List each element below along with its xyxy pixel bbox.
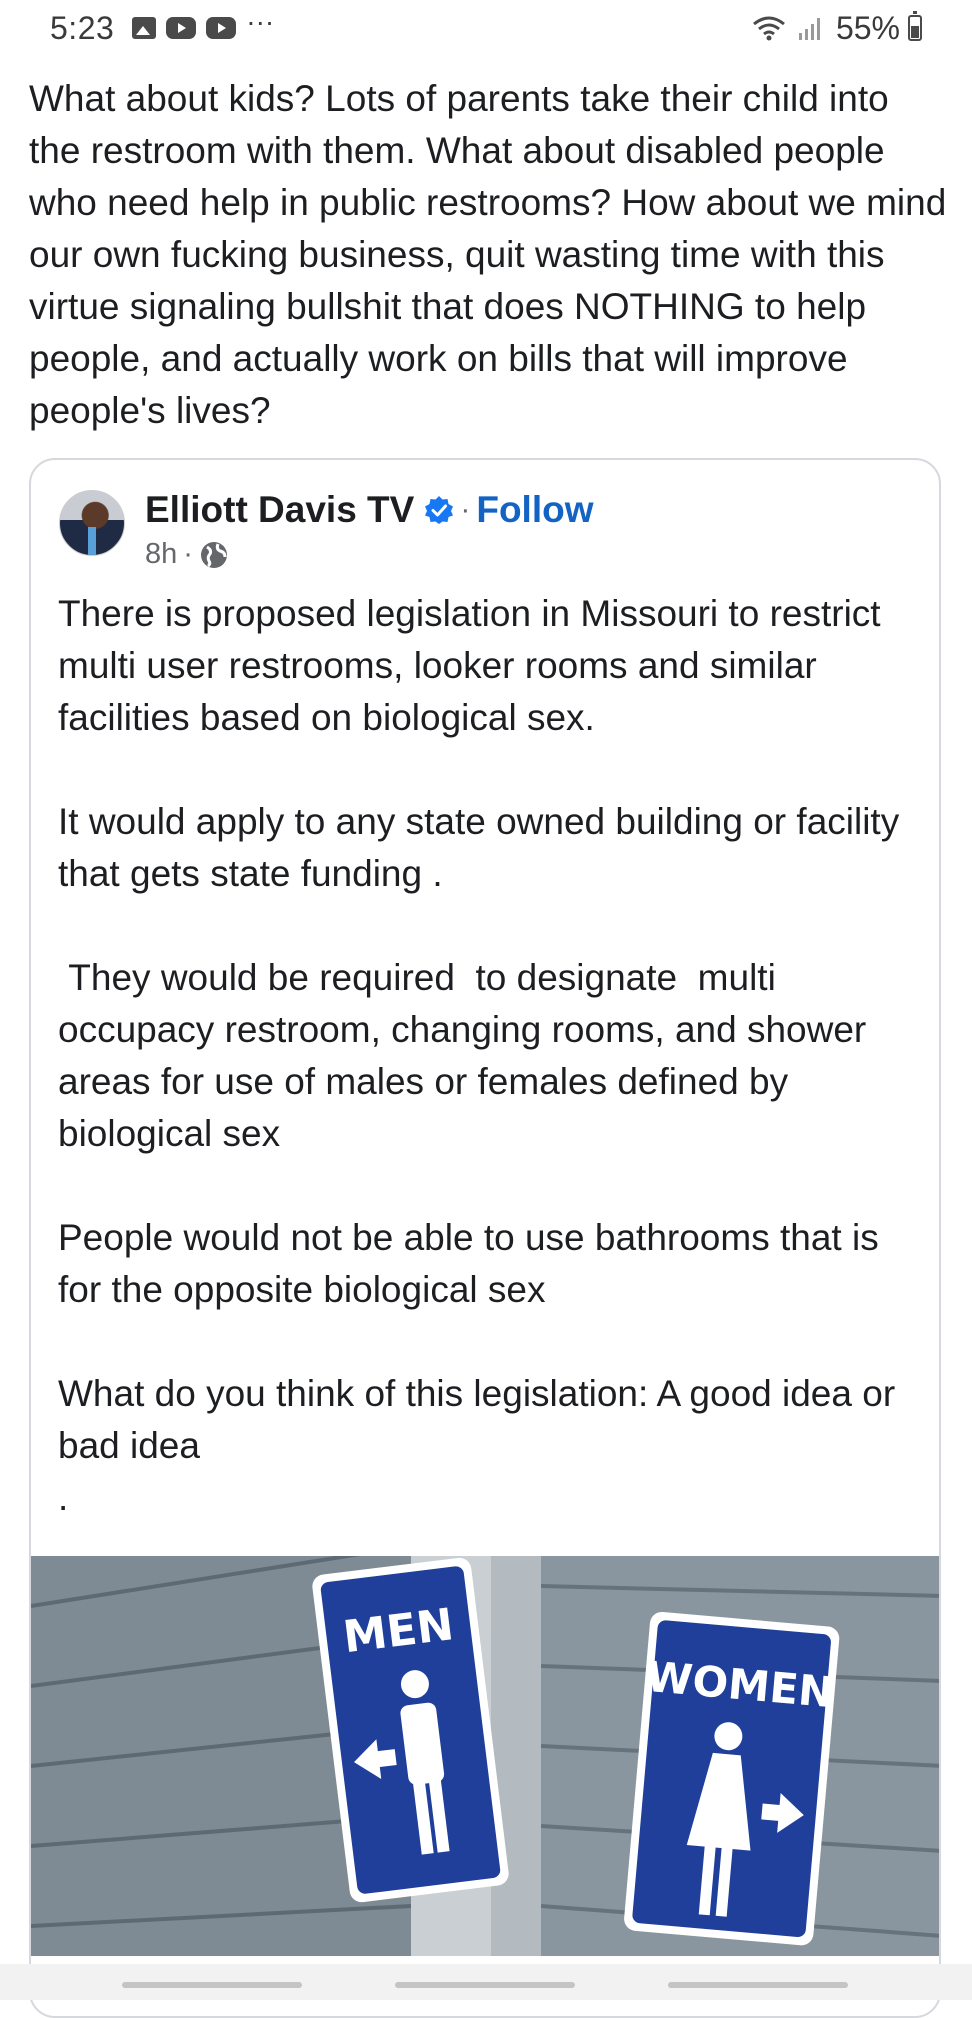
wifi-icon xyxy=(753,16,785,41)
signal-icon xyxy=(798,18,820,40)
author-separator: · xyxy=(460,493,471,526)
post-meta: 8h · xyxy=(145,538,229,571)
nav-home-pill[interactable] xyxy=(395,1982,575,1988)
youtube-icon xyxy=(206,17,237,39)
shared-post-body: There is proposed legislation in Missour… xyxy=(58,593,900,1518)
gallery-icon xyxy=(132,17,157,39)
nav-recent-pill[interactable] xyxy=(122,1982,302,1988)
system-nav-bar xyxy=(0,1964,972,2000)
post-timestamp[interactable]: 8h xyxy=(145,538,177,571)
author-name[interactable]: Elliott Davis TV xyxy=(145,489,414,531)
women-sign: WOMEN xyxy=(624,1612,840,1946)
author-row: Elliott Davis TV · Follow xyxy=(145,480,594,540)
meta-separator: · xyxy=(183,538,193,570)
status-bar: 5:23 ··· 55% xyxy=(0,0,972,56)
status-left: 5:23 ··· xyxy=(50,6,284,47)
verified-badge-icon xyxy=(425,496,454,524)
status-right: 55% xyxy=(752,10,922,47)
shared-post-card[interactable]: Elliott Davis TV · Follow 8h · There is … xyxy=(29,458,941,2018)
battery-percent: 55% xyxy=(835,9,900,46)
nav-back-pill[interactable] xyxy=(668,1982,848,1988)
avatar[interactable] xyxy=(59,490,125,556)
battery-icon xyxy=(908,11,922,41)
status-time: 5:23 xyxy=(50,9,115,46)
post-text: What about kids? Lots of parents take th… xyxy=(29,78,947,431)
follow-button[interactable]: Follow xyxy=(476,489,593,531)
youtube-icon xyxy=(166,17,197,39)
post-image[interactable]: MEN WOMEN xyxy=(31,1556,941,1956)
more-icon: ··· xyxy=(246,6,275,37)
globe-icon xyxy=(200,541,227,568)
